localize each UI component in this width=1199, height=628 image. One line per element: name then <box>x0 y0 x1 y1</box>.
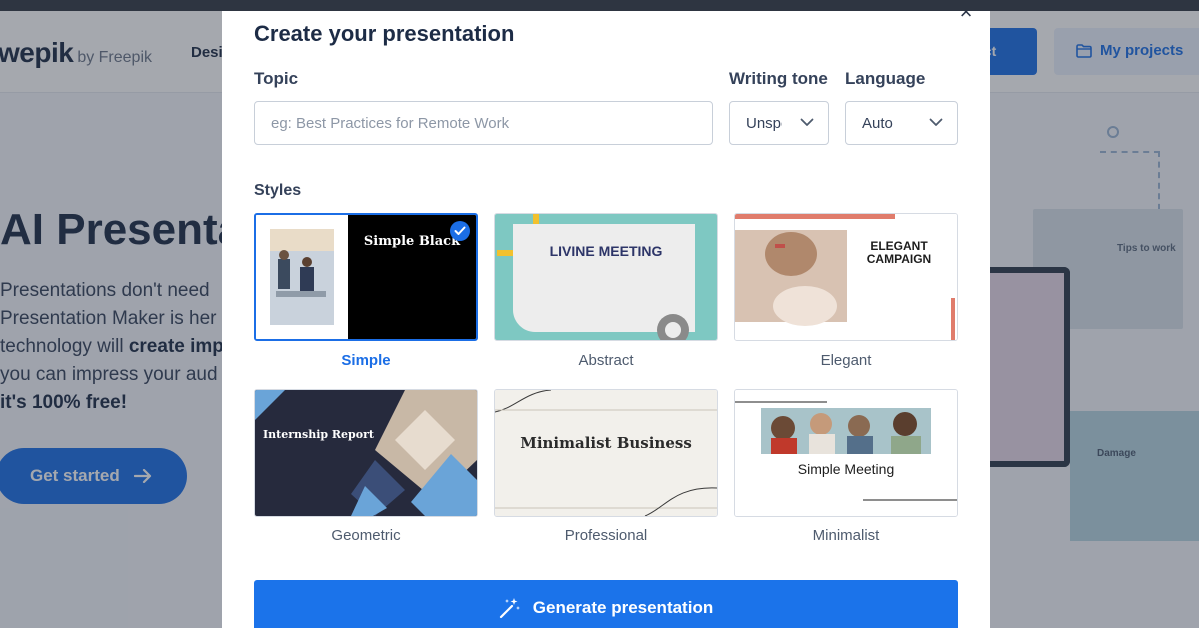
style-card-professional[interactable]: Minimalist Business <box>494 389 718 517</box>
close-icon[interactable]: × <box>955 11 977 23</box>
elegant-thumb-title: ELEGANT <box>870 239 928 253</box>
geometric-thumb-title: Internship Report <box>263 428 375 441</box>
elegant-thumb-subtitle: CAMPAIGN <box>867 252 931 266</box>
create-presentation-modal: × Create your presentation Topic Writing… <box>222 11 990 628</box>
style-card-abstract[interactable]: LIVINE MEETING <box>494 213 718 341</box>
magic-wand-icon <box>499 598 520 619</box>
styles-label: Styles <box>254 182 302 199</box>
elegant-thumbnail: ELEGANT CAMPAIGN <box>735 214 957 340</box>
professional-thumb-title: Minimalist Business <box>520 434 692 452</box>
generate-presentation-button[interactable]: Generate presentation <box>254 580 958 628</box>
style-card-minimalist[interactable]: Simple Meeting <box>734 389 958 517</box>
language-label: Language <box>845 69 926 88</box>
modal-title: Create your presentation <box>254 21 515 46</box>
style-card-geometric[interactable]: Internship Report <box>254 389 478 517</box>
generate-presentation-label: Generate presentation <box>532 598 714 617</box>
topic-label: Topic <box>254 69 299 88</box>
language-select[interactable]: Auto <box>845 101 958 145</box>
simple-thumbnail: Simple Black <box>256 215 476 339</box>
chevron-down-icon <box>800 118 814 126</box>
style-name-minimalist[interactable]: Minimalist <box>734 527 958 544</box>
chevron-down-icon <box>929 118 943 126</box>
style-card-simple[interactable]: Simple Black <box>254 213 478 341</box>
selected-check-icon <box>450 221 470 241</box>
style-name-professional[interactable]: Professional <box>494 527 718 544</box>
professional-thumbnail: Minimalist Business <box>495 390 717 516</box>
writing-tone-value: Unspecified <box>746 114 782 132</box>
abstract-thumb-title: LIVINE MEETING <box>550 243 663 259</box>
writing-tone-select[interactable]: Unspecified <box>729 101 829 145</box>
geometric-thumbnail: Internship Report <box>255 390 477 516</box>
browser-top-strip <box>0 0 1199 11</box>
style-name-simple[interactable]: Simple <box>254 352 478 369</box>
style-name-abstract[interactable]: Abstract <box>494 352 718 369</box>
topic-input[interactable] <box>254 101 713 145</box>
minimalist-thumb-title: Simple Meeting <box>798 461 895 477</box>
style-name-elegant[interactable]: Elegant <box>734 352 958 369</box>
abstract-thumbnail: LIVINE MEETING <box>495 214 717 340</box>
writing-tone-label: Writing tone <box>729 69 828 88</box>
style-card-elegant[interactable]: ELEGANT CAMPAIGN <box>734 213 958 341</box>
language-value: Auto <box>862 114 893 132</box>
style-name-geometric[interactable]: Geometric <box>254 527 478 544</box>
minimalist-thumbnail: Simple Meeting <box>735 390 957 516</box>
simple-thumb-title: Simple Black <box>364 234 461 249</box>
